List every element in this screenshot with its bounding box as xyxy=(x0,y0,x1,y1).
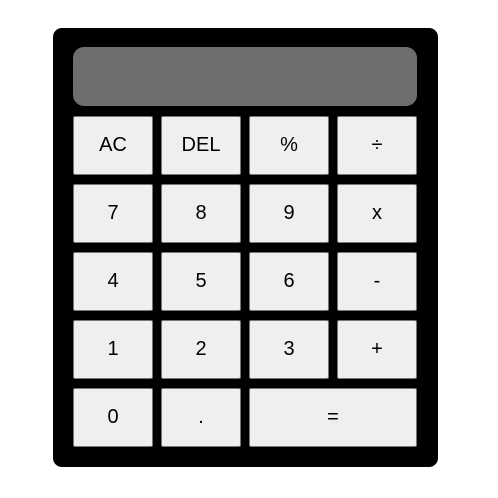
digit-8-button[interactable]: 8 xyxy=(161,184,241,243)
percent-button[interactable]: % xyxy=(249,116,329,175)
subtract-button[interactable]: - xyxy=(337,252,417,311)
decimal-point-button[interactable]: . xyxy=(161,388,241,447)
delete-button[interactable]: DEL xyxy=(161,116,241,175)
digit-0-button[interactable]: 0 xyxy=(73,388,153,447)
calculator-display xyxy=(73,47,417,106)
equals-button[interactable]: = xyxy=(249,388,417,447)
digit-1-button[interactable]: 1 xyxy=(73,320,153,379)
calculator: AC DEL % ÷ 7 8 9 x 4 5 6 - 1 2 3 + 0 . = xyxy=(53,28,438,467)
digit-4-button[interactable]: 4 xyxy=(73,252,153,311)
digit-7-button[interactable]: 7 xyxy=(73,184,153,243)
digit-6-button[interactable]: 6 xyxy=(249,252,329,311)
digit-9-button[interactable]: 9 xyxy=(249,184,329,243)
add-button[interactable]: + xyxy=(337,320,417,379)
keypad: AC DEL % ÷ 7 8 9 x 4 5 6 - 1 2 3 + 0 . = xyxy=(73,116,417,447)
divide-button[interactable]: ÷ xyxy=(337,116,417,175)
clear-all-button[interactable]: AC xyxy=(73,116,153,175)
digit-2-button[interactable]: 2 xyxy=(161,320,241,379)
multiply-button[interactable]: x xyxy=(337,184,417,243)
digit-5-button[interactable]: 5 xyxy=(161,252,241,311)
digit-3-button[interactable]: 3 xyxy=(249,320,329,379)
